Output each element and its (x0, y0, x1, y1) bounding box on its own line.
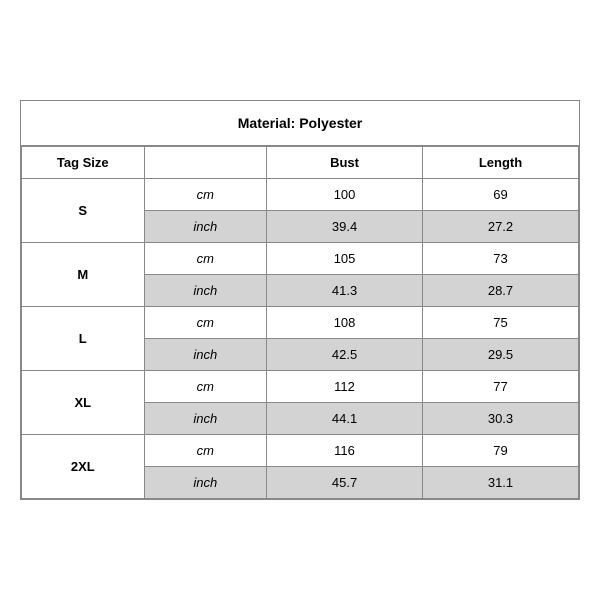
unit-cm: cm (144, 179, 267, 211)
bust-cm: 100 (267, 179, 423, 211)
unit-inch: inch (144, 275, 267, 307)
size-label: M (22, 243, 145, 307)
length-cm: 75 (423, 307, 579, 339)
table-row: 2XLcm11679 (22, 435, 579, 467)
tag-size-header: Tag Size (22, 147, 145, 179)
length-header: Length (423, 147, 579, 179)
bust-inch: 45.7 (267, 467, 423, 499)
table-row: Mcm10573 (22, 243, 579, 275)
size-table: Tag Size Bust Length Scm10069inch39.427.… (21, 146, 579, 499)
length-cm: 69 (423, 179, 579, 211)
size-label: XL (22, 371, 145, 435)
unit-cm: cm (144, 243, 267, 275)
length-cm: 77 (423, 371, 579, 403)
unit-cm: cm (144, 307, 267, 339)
chart-title: Material: Polyester (21, 101, 579, 146)
unit-cm: cm (144, 371, 267, 403)
table-row: Scm10069 (22, 179, 579, 211)
bust-cm: 108 (267, 307, 423, 339)
length-inch: 31.1 (423, 467, 579, 499)
bust-inch: 41.3 (267, 275, 423, 307)
bust-cm: 116 (267, 435, 423, 467)
unit-header (144, 147, 267, 179)
unit-inch: inch (144, 211, 267, 243)
bust-inch: 44.1 (267, 403, 423, 435)
unit-inch: inch (144, 339, 267, 371)
bust-inch: 39.4 (267, 211, 423, 243)
length-inch: 30.3 (423, 403, 579, 435)
table-row: XLcm11277 (22, 371, 579, 403)
size-label: 2XL (22, 435, 145, 499)
unit-inch: inch (144, 403, 267, 435)
bust-cm: 105 (267, 243, 423, 275)
unit-cm: cm (144, 435, 267, 467)
table-row: Lcm10875 (22, 307, 579, 339)
size-label: S (22, 179, 145, 243)
length-inch: 28.7 (423, 275, 579, 307)
length-cm: 73 (423, 243, 579, 275)
size-label: L (22, 307, 145, 371)
size-chart: Material: Polyester Tag Size Bust Length… (20, 100, 580, 500)
table-header-row: Tag Size Bust Length (22, 147, 579, 179)
length-inch: 29.5 (423, 339, 579, 371)
unit-inch: inch (144, 467, 267, 499)
bust-header: Bust (267, 147, 423, 179)
bust-cm: 112 (267, 371, 423, 403)
length-inch: 27.2 (423, 211, 579, 243)
length-cm: 79 (423, 435, 579, 467)
bust-inch: 42.5 (267, 339, 423, 371)
